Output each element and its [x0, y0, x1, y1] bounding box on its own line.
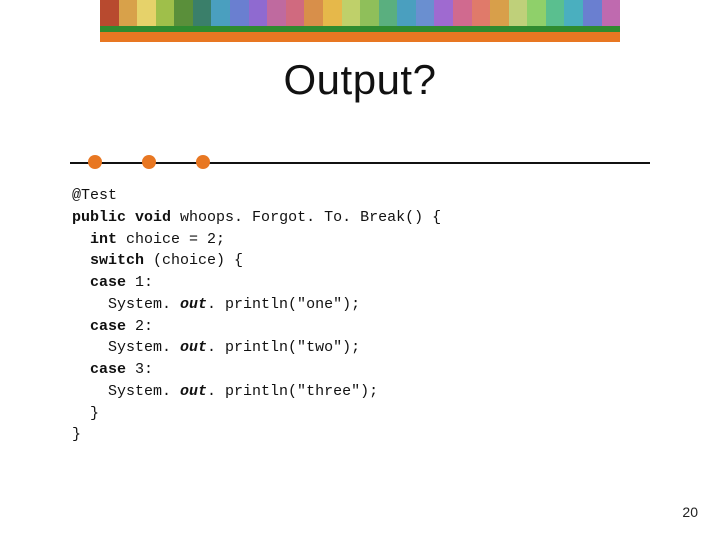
mosaic-cell: [304, 0, 323, 26]
mosaic-cell: [509, 0, 528, 26]
mosaic-cell: [602, 0, 620, 26]
code-line: case 3:: [72, 361, 153, 378]
code-block: @Test public void whoops. Forgot. To. Br…: [72, 185, 441, 446]
mosaic-cell: [379, 0, 398, 26]
code-text: (choice) {: [144, 252, 243, 269]
keyword: switch: [90, 252, 144, 269]
mosaic-cell: [230, 0, 249, 26]
mosaic-cell: [397, 0, 416, 26]
code-line: System. out. println("one");: [72, 296, 360, 313]
slide-title: Output?: [0, 56, 720, 104]
bullet-dot-icon: [142, 155, 156, 169]
code-line: @Test: [72, 187, 117, 204]
mosaic-cell: [546, 0, 565, 26]
keyword: int: [90, 231, 117, 248]
code-text: whoops. Forgot. To. Break() {: [171, 209, 441, 226]
bullet-rule: [70, 155, 650, 169]
mosaic-cell: [583, 0, 602, 26]
code-line: }: [72, 426, 81, 443]
code-text: . println("two");: [207, 339, 360, 356]
mosaic-cell: [193, 0, 212, 26]
code-line: }: [72, 405, 99, 422]
decorative-mosaic-band: [100, 0, 620, 26]
code-text: System.: [72, 339, 180, 356]
mosaic-cell: [174, 0, 193, 26]
mosaic-cell: [137, 0, 156, 26]
keyword: public: [72, 209, 126, 226]
keyword: case: [90, 318, 126, 335]
code-line: case 1:: [72, 274, 153, 291]
mosaic-cell: [490, 0, 509, 26]
bullet-dot-icon: [196, 155, 210, 169]
mosaic-row: [100, 0, 620, 26]
code-text: System.: [72, 296, 180, 313]
mosaic-cell: [360, 0, 379, 26]
horizontal-rule: [70, 162, 650, 164]
keyword: case: [90, 361, 126, 378]
keyword: void: [135, 209, 171, 226]
static-field: out: [180, 383, 207, 400]
code-text: System.: [72, 383, 180, 400]
mosaic-cell: [434, 0, 453, 26]
orange-accent-bar: [100, 32, 620, 42]
code-line: int choice = 2;: [72, 231, 225, 248]
mosaic-cell: [527, 0, 546, 26]
mosaic-cell: [156, 0, 175, 26]
mosaic-cell: [100, 0, 119, 26]
mosaic-cell: [453, 0, 472, 26]
mosaic-cell: [119, 0, 138, 26]
static-field: out: [180, 339, 207, 356]
mosaic-cell: [267, 0, 286, 26]
mosaic-cell: [211, 0, 230, 26]
code-text: . println("one");: [207, 296, 360, 313]
mosaic-cell: [342, 0, 361, 26]
code-line: System. out. println("three");: [72, 383, 378, 400]
mosaic-cell: [249, 0, 268, 26]
code-text: 2:: [126, 318, 153, 335]
mosaic-cell: [286, 0, 305, 26]
code-text: . println("three");: [207, 383, 378, 400]
mosaic-cell: [564, 0, 583, 26]
code-text: 1:: [126, 274, 153, 291]
static-field: out: [180, 296, 207, 313]
mosaic-cell: [416, 0, 435, 26]
code-line: case 2:: [72, 318, 153, 335]
code-text: 3:: [126, 361, 153, 378]
code-text: choice = 2;: [117, 231, 225, 248]
page-number: 20: [682, 504, 698, 520]
bullet-dot-icon: [88, 155, 102, 169]
code-line: System. out. println("two");: [72, 339, 360, 356]
keyword: case: [90, 274, 126, 291]
mosaic-cell: [323, 0, 342, 26]
code-line: switch (choice) {: [72, 252, 243, 269]
code-line: public void whoops. Forgot. To. Break() …: [72, 209, 441, 226]
mosaic-cell: [472, 0, 491, 26]
